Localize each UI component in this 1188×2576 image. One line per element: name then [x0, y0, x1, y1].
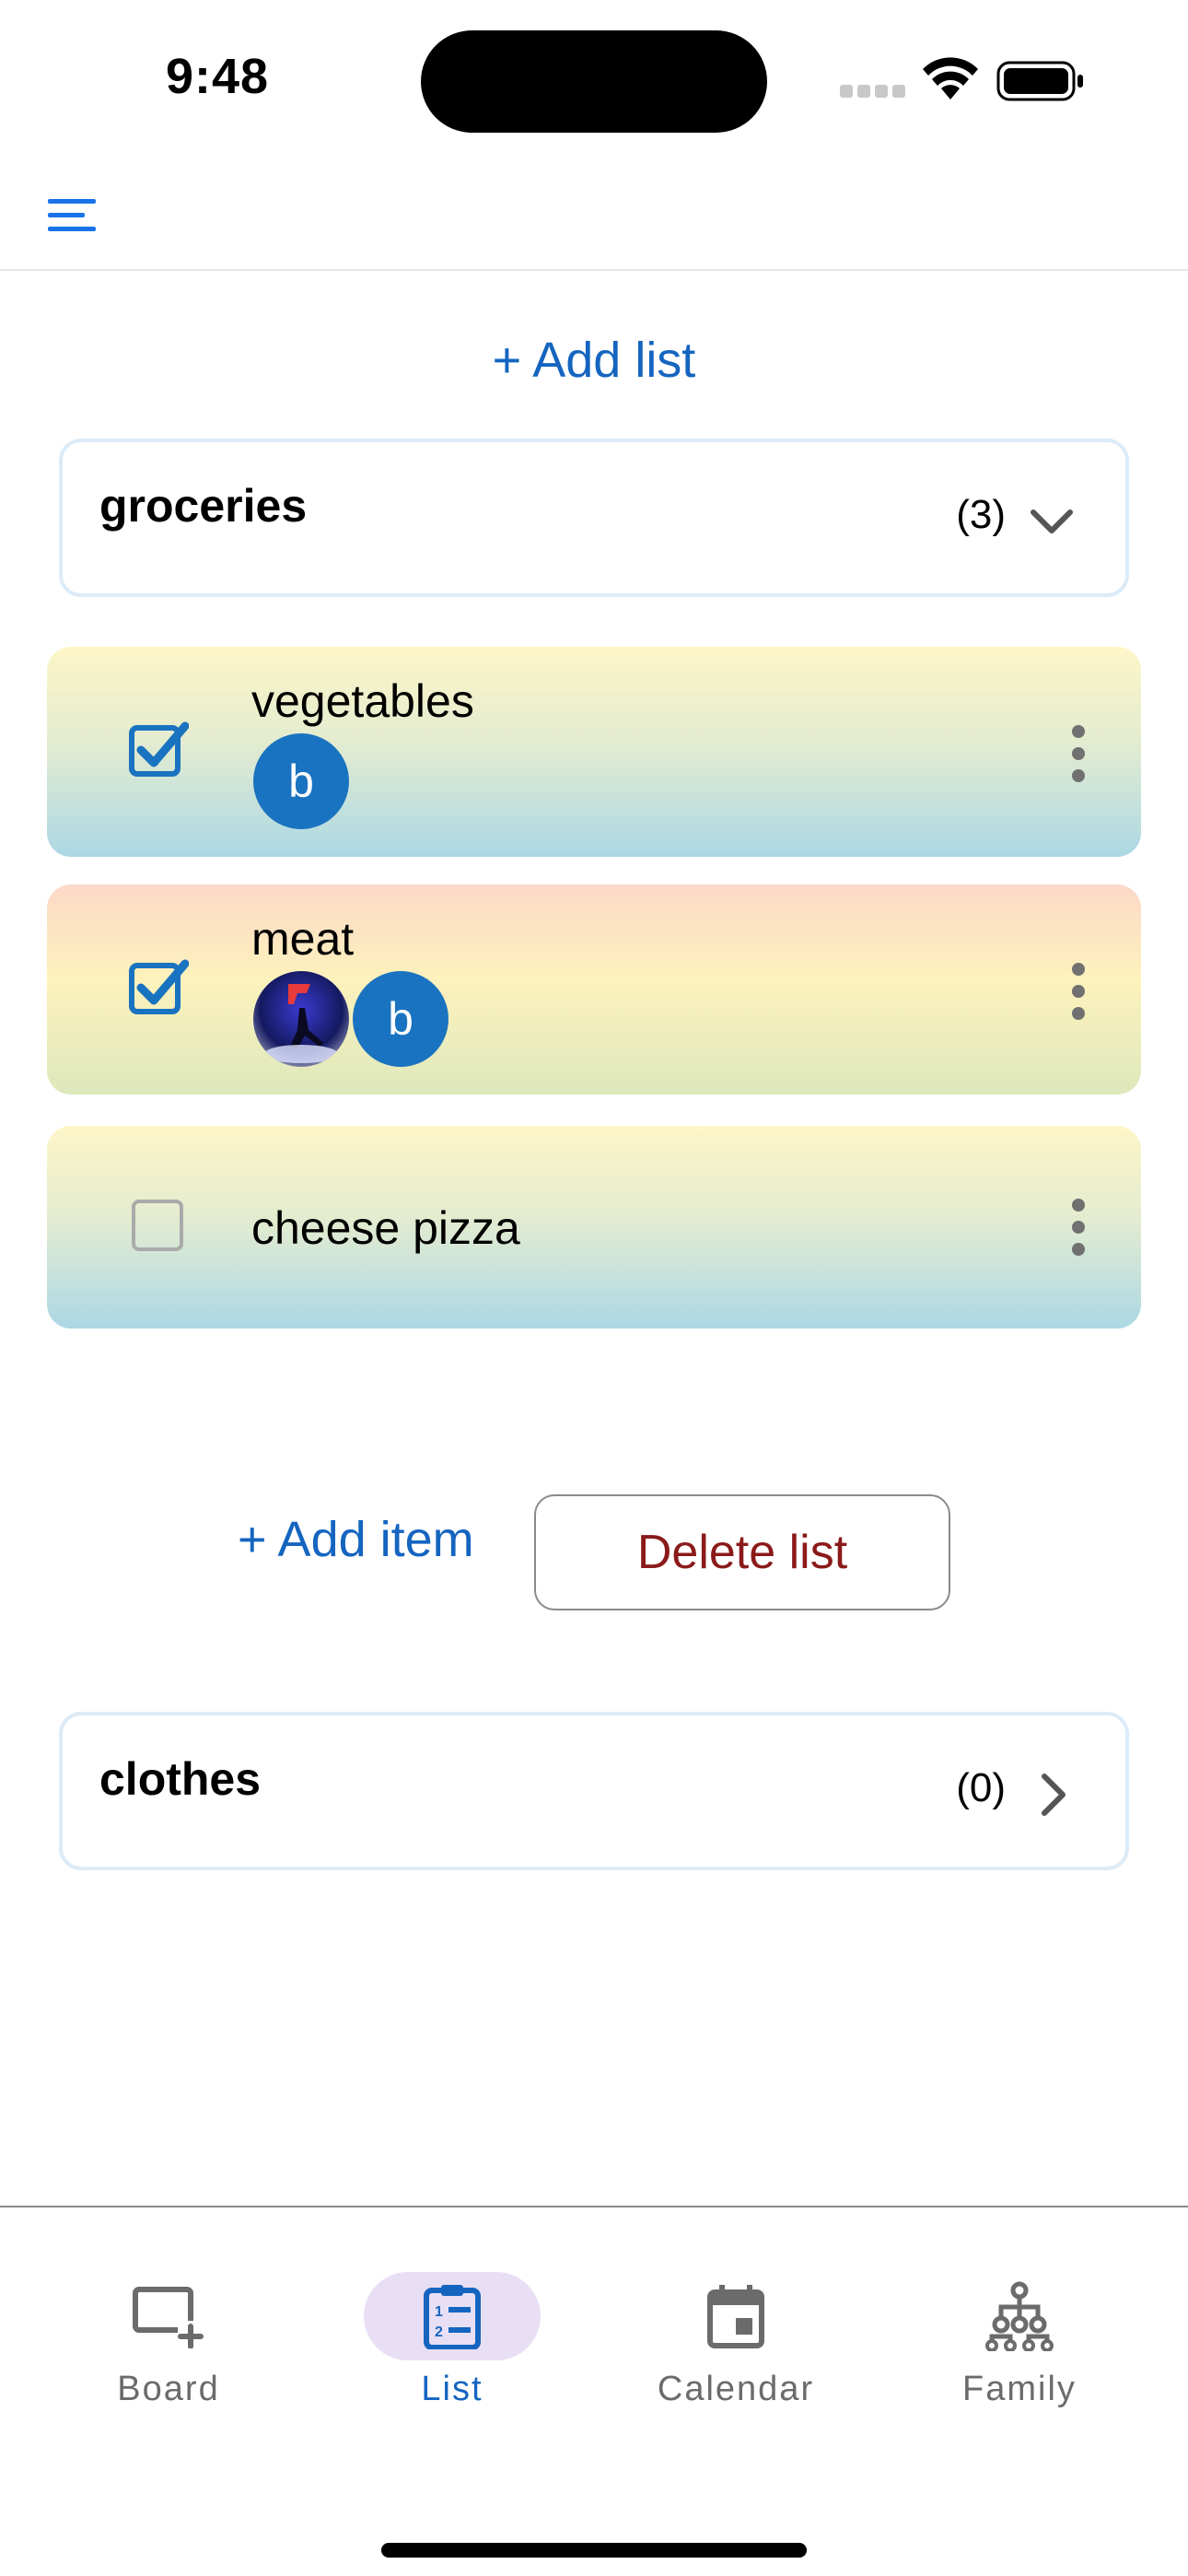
wifi-icon [923, 57, 978, 100]
status-bar: 9:48 [0, 0, 1188, 157]
nav-tab-list[interactable]: 1 2 List [309, 2272, 595, 2438]
checkbox-checked-icon[interactable] [128, 956, 189, 1017]
nav-label: Family [962, 2370, 1077, 2408]
nav-tab-board[interactable]: Board [26, 2272, 311, 2438]
more-vertical-icon[interactable] [1067, 1198, 1089, 1257]
list-name: groceries [99, 480, 308, 532]
more-vertical-icon[interactable] [1067, 962, 1089, 1021]
svg-text:1: 1 [435, 2304, 443, 2320]
avatar: b [253, 733, 349, 829]
list-item[interactable]: cheese pizza [47, 1126, 1141, 1329]
hamburger-menu-icon[interactable] [39, 182, 105, 249]
add-item-button[interactable]: + Add item [238, 1511, 474, 1568]
battery-icon [996, 61, 1083, 101]
list-name: clothes [99, 1753, 262, 1805]
avatar: b [353, 971, 448, 1067]
checkbox-checked-icon[interactable] [128, 719, 189, 779]
delete-list-button[interactable]: Delete list [534, 1494, 950, 1610]
list-item[interactable]: meat b [47, 884, 1141, 1095]
cellular-signal-icon [840, 85, 906, 98]
calendar-icon [707, 2285, 764, 2348]
chevron-right-icon[interactable] [1026, 1769, 1077, 1821]
item-label: vegetables [251, 675, 474, 727]
list-count: (0) [956, 1765, 1006, 1810]
nav-label: Board [117, 2370, 220, 2408]
dynamic-island [421, 30, 767, 133]
list-count: (3) [956, 492, 1006, 537]
chevron-down-icon[interactable] [1026, 496, 1077, 547]
list-header-clothes[interactable]: clothes (0) [59, 1712, 1129, 1870]
svg-text:2: 2 [435, 2324, 443, 2340]
list-header-groceries[interactable]: groceries (3) [59, 439, 1129, 597]
status-time: 9:48 [166, 49, 270, 104]
checkbox-unchecked-icon[interactable] [128, 1196, 189, 1257]
clipboard-list-icon: 1 2 [424, 2285, 481, 2349]
nav-label: Calendar [657, 2370, 815, 2408]
nav-label: List [421, 2370, 483, 2408]
board-add-icon [133, 2287, 205, 2348]
bottom-navigation: Board 1 2 List Calendar Family [0, 2206, 1188, 2576]
nav-tab-calendar[interactable]: Calendar [593, 2272, 879, 2438]
item-label: meat [251, 913, 355, 965]
item-label: cheese pizza [251, 1202, 520, 1254]
add-list-button[interactable]: + Add list [0, 332, 1188, 389]
avatar-photo [253, 971, 349, 1067]
assignee-avatars: b [253, 733, 353, 829]
app-bar [0, 157, 1188, 271]
nav-tab-family[interactable]: Family [877, 2272, 1162, 2438]
more-vertical-icon[interactable] [1067, 724, 1089, 783]
list-item[interactable]: vegetables b [47, 647, 1141, 857]
family-tree-icon [985, 2281, 1054, 2351]
home-indicator[interactable] [381, 2543, 807, 2558]
assignee-avatars: b [253, 971, 452, 1067]
